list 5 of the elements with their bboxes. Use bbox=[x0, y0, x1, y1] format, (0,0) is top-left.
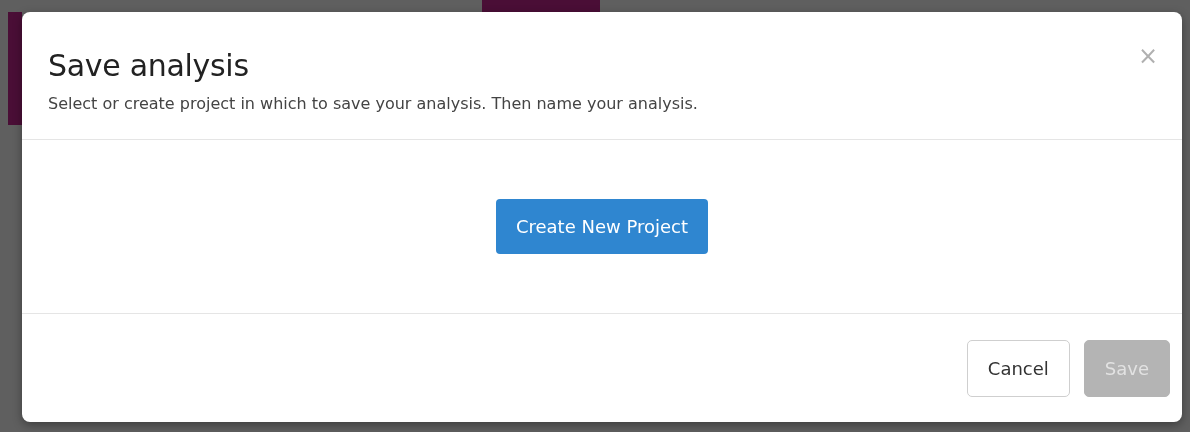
create-project-button[interactable]: Create New Project bbox=[495, 199, 709, 254]
dialog-subtitle: Select or create project in which to save your analysis. Then name your analysis. bbox=[48, 94, 699, 113]
cancel-button[interactable]: Cancel bbox=[966, 339, 1070, 397]
dialog-title: Save analysis bbox=[48, 48, 250, 84]
close-button[interactable]: × bbox=[1137, 44, 1158, 68]
